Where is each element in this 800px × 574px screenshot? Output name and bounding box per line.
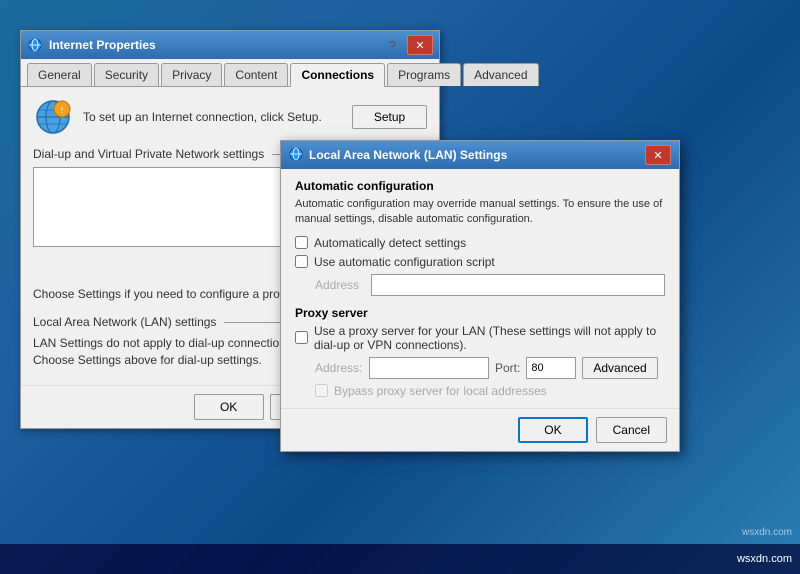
lan-ok-button[interactable]: OK xyxy=(518,417,587,443)
auto-config-title: Automatic configuration xyxy=(295,179,665,193)
advanced-button[interactable]: Advanced xyxy=(582,357,657,379)
lan-content: Automatic configuration Automatic config… xyxy=(281,169,679,408)
bypass-label: Bypass proxy server for local addresses xyxy=(334,384,547,398)
script-address-label: Address xyxy=(315,278,365,292)
close-button[interactable]: ✕ xyxy=(407,35,433,55)
tab-programs[interactable]: Programs xyxy=(387,63,461,86)
proxy-server-title: Proxy server xyxy=(295,306,665,320)
proxy-server-section: Proxy server Use a proxy server for your… xyxy=(295,306,665,398)
proxy-address-input[interactable] xyxy=(369,357,489,379)
internet-properties-title-bar[interactable]: Internet Properties ? ✕ xyxy=(21,31,439,59)
tab-advanced[interactable]: Advanced xyxy=(463,63,538,86)
setup-text: To set up an Internet connection, click … xyxy=(83,109,342,126)
watermark: wsxdn.com xyxy=(737,553,792,565)
ok-button[interactable]: OK xyxy=(194,394,264,420)
lan-dialog-title: Local Area Network (LAN) Settings xyxy=(309,148,645,162)
proxy-server-row: Use a proxy server for your LAN (These s… xyxy=(295,324,665,352)
auto-script-row: Use automatic configuration script xyxy=(295,255,665,269)
port-label: Port: xyxy=(495,361,520,375)
script-address-input[interactable] xyxy=(371,274,665,296)
help-button[interactable]: ? xyxy=(379,35,405,55)
lan-cancel-button[interactable]: Cancel xyxy=(596,417,667,443)
ie-icon xyxy=(27,37,43,53)
tab-connections[interactable]: Connections xyxy=(290,63,385,87)
proxy-addr-row: Address: Port: Advanced xyxy=(315,357,665,379)
lan-close-button[interactable]: ✕ xyxy=(645,145,671,165)
lan-settings-dialog: Local Area Network (LAN) Settings ✕ Auto… xyxy=(280,140,680,452)
setup-row: ! To set up an Internet connection, clic… xyxy=(33,97,427,137)
tab-content[interactable]: Content xyxy=(224,63,288,86)
taskbar: wsxdn.com xyxy=(0,544,800,574)
globe-icon: ! xyxy=(33,97,73,137)
auto-config-desc: Automatic configuration may override man… xyxy=(295,197,665,228)
script-address-row: Address xyxy=(315,274,665,296)
use-proxy-checkbox[interactable] xyxy=(295,331,308,344)
auto-detect-label: Automatically detect settings xyxy=(314,236,466,250)
port-input[interactable] xyxy=(526,357,576,379)
proxy-server-label: Use a proxy server for your LAN (These s… xyxy=(314,324,665,352)
tab-privacy[interactable]: Privacy xyxy=(161,63,222,86)
tabs-bar: General Security Privacy Content Connect… xyxy=(21,59,439,87)
proxy-address-label: Address: xyxy=(315,361,363,375)
auto-detect-row: Automatically detect settings xyxy=(295,236,665,250)
internet-properties-title: Internet Properties xyxy=(49,38,379,52)
svg-text:!: ! xyxy=(61,106,63,115)
auto-script-checkbox[interactable] xyxy=(295,255,308,268)
lan-footer: OK Cancel xyxy=(281,408,679,451)
lan-dialog-icon xyxy=(289,147,303,164)
bypass-row: Bypass proxy server for local addresses xyxy=(315,384,665,398)
vpn-list-box[interactable] xyxy=(33,167,298,247)
tab-general[interactable]: General xyxy=(27,63,92,86)
setup-button[interactable]: Setup xyxy=(352,105,427,129)
lan-title-bar[interactable]: Local Area Network (LAN) Settings ✕ xyxy=(281,141,679,169)
tab-security[interactable]: Security xyxy=(94,63,159,86)
bypass-checkbox[interactable] xyxy=(315,384,328,397)
auto-script-label: Use automatic configuration script xyxy=(314,255,495,269)
title-bar-buttons: ? ✕ xyxy=(379,35,433,55)
auto-detect-checkbox[interactable] xyxy=(295,236,308,249)
desktop-watermark: wsxdn.com xyxy=(742,527,792,538)
